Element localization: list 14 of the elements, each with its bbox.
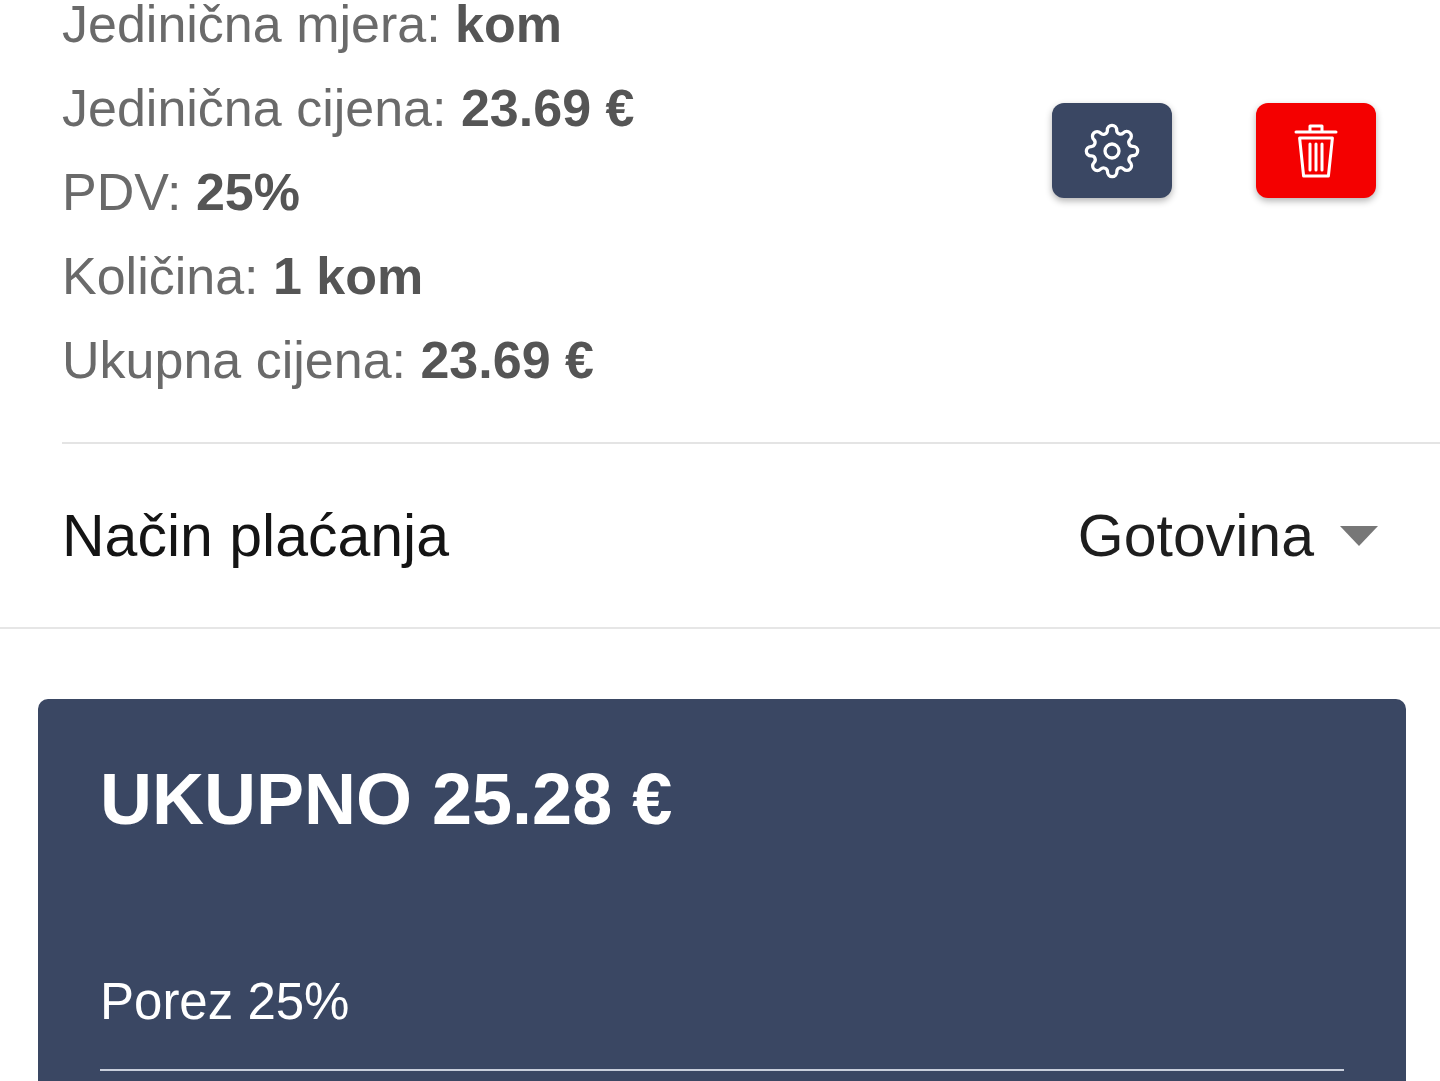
settings-icon (1084, 122, 1140, 179)
total-amount: UKUPNO 25.28 € (100, 759, 674, 839)
delete-button[interactable] (1256, 103, 1376, 198)
payment-method-label: Način plaćanja (62, 501, 449, 570)
trash-icon (1294, 122, 1338, 179)
item-detail-text: PDV: 25% (62, 162, 301, 223)
settings-button[interactable] (1052, 103, 1172, 198)
item-detail-text: Jedinična mjera: kom (62, 0, 563, 55)
item-detail-text: Količina: 1 kom (62, 246, 425, 307)
item-detail-text: Jedinična cijena: 23.69 € (62, 78, 636, 139)
tax-label: Porez 25% (100, 973, 351, 1031)
payment-method-dropdown[interactable]: Gotovina (1077, 501, 1378, 570)
item-detail-text: Ukupna cijena: 23.69 € (62, 330, 595, 391)
caret-icon (1340, 525, 1378, 546)
